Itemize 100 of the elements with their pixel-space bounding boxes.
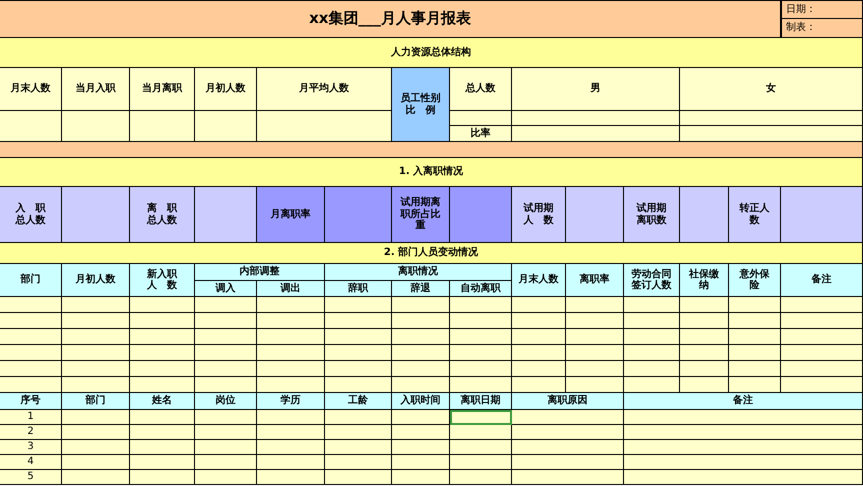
table-cell xyxy=(450,377,512,393)
table-cell[interactable] xyxy=(257,455,325,470)
table-cell[interactable] xyxy=(450,455,512,470)
table-cell[interactable] xyxy=(392,470,450,485)
table-cell xyxy=(680,313,729,329)
table-cell xyxy=(0,377,62,393)
table-cell[interactable] xyxy=(130,470,195,485)
table-cell xyxy=(729,361,781,377)
table-cell xyxy=(450,297,512,313)
table-cell[interactable] xyxy=(325,470,392,485)
table-cell xyxy=(680,329,729,345)
column-header: 社保缴纳 xyxy=(680,264,729,297)
row-header: 月离职率 xyxy=(257,187,325,243)
table-cell xyxy=(566,361,624,377)
table-cell[interactable] xyxy=(624,410,863,425)
table-cell xyxy=(729,329,781,345)
column-header: 月平均人数 xyxy=(257,68,392,111)
table-cell xyxy=(624,297,680,313)
column-header: 当月离职 xyxy=(130,68,195,111)
table-cell[interactable] xyxy=(392,410,450,425)
table-cell xyxy=(130,377,195,393)
table-cell[interactable] xyxy=(624,455,863,470)
table-cell xyxy=(729,297,781,313)
table-cell[interactable] xyxy=(392,425,450,440)
table-cell[interactable] xyxy=(257,410,325,425)
table-cell[interactable] xyxy=(62,410,130,425)
table-cell xyxy=(512,297,566,313)
table-cell[interactable] xyxy=(62,455,130,470)
table-cell xyxy=(325,361,392,377)
row-header: 离 职总人数 xyxy=(130,187,195,243)
table-cell xyxy=(130,345,195,361)
table-cell[interactable] xyxy=(325,425,392,440)
table-cell[interactable] xyxy=(130,410,195,425)
table-cell[interactable] xyxy=(195,440,257,455)
table-cell xyxy=(729,313,781,329)
table-cell[interactable] xyxy=(624,440,863,455)
table-cell xyxy=(566,377,624,393)
column-header: 备注 xyxy=(781,264,863,297)
table-cell[interactable] xyxy=(624,470,863,485)
table-cell xyxy=(257,345,325,361)
section-heading: 2. 部门人员变动情况 xyxy=(0,243,863,264)
table-cell[interactable] xyxy=(392,440,450,455)
table-cell xyxy=(512,313,566,329)
table-cell[interactable] xyxy=(62,440,130,455)
table-cell xyxy=(680,377,729,393)
row-number: 3 xyxy=(0,440,62,455)
table-cell[interactable] xyxy=(325,410,392,425)
table-cell[interactable] xyxy=(512,455,624,470)
table-cell[interactable] xyxy=(512,470,624,485)
table-cell xyxy=(130,111,195,142)
table-cell[interactable] xyxy=(624,425,863,440)
table-cell[interactable] xyxy=(392,455,450,470)
column-header: 部门 xyxy=(62,393,130,410)
row-number: 1 xyxy=(0,410,62,425)
table-cell[interactable] xyxy=(195,455,257,470)
table-cell xyxy=(566,329,624,345)
table-cell[interactable] xyxy=(195,425,257,440)
column-header: 姓名 xyxy=(130,393,195,410)
column-header: 月初人数 xyxy=(62,264,130,297)
table-cell[interactable] xyxy=(257,470,325,485)
table-cell[interactable] xyxy=(512,425,624,440)
table-cell xyxy=(195,361,257,377)
table-cell xyxy=(450,313,512,329)
table-cell[interactable] xyxy=(62,425,130,440)
table-cell xyxy=(729,377,781,393)
table-cell[interactable] xyxy=(450,470,512,485)
row-header: 转正人数 xyxy=(729,187,781,243)
table-cell[interactable] xyxy=(257,425,325,440)
column-header: 工龄 xyxy=(325,393,392,410)
table-cell xyxy=(195,297,257,313)
table-cell xyxy=(566,297,624,313)
column-header: 部门 xyxy=(0,264,62,297)
table-cell xyxy=(62,313,130,329)
table-cell[interactable] xyxy=(257,440,325,455)
table-cell[interactable] xyxy=(325,440,392,455)
table-cell xyxy=(729,345,781,361)
selected-cell[interactable] xyxy=(450,410,512,425)
table-cell[interactable] xyxy=(62,470,130,485)
table-cell[interactable] xyxy=(512,410,624,425)
table-cell[interactable] xyxy=(195,410,257,425)
row-number: 5 xyxy=(0,470,62,485)
table-cell[interactable] xyxy=(450,440,512,455)
section-heading: 人力资源总体结构 xyxy=(0,38,863,68)
table-cell xyxy=(130,329,195,345)
table-cell[interactable] xyxy=(130,455,195,470)
table-cell[interactable] xyxy=(325,455,392,470)
column-header: 离职原因 xyxy=(512,393,624,410)
column-header: 女 xyxy=(680,68,863,111)
table-cell xyxy=(512,377,566,393)
table-cell[interactable] xyxy=(450,425,512,440)
table-cell xyxy=(0,313,62,329)
table-cell[interactable] xyxy=(130,440,195,455)
table-cell[interactable] xyxy=(130,425,195,440)
column-header: 新入职人 数 xyxy=(130,264,195,297)
table-cell[interactable] xyxy=(195,470,257,485)
table-cell xyxy=(450,111,512,126)
table-cell xyxy=(0,329,62,345)
table-cell xyxy=(257,361,325,377)
column-header: 调出 xyxy=(257,281,325,297)
table-cell[interactable] xyxy=(512,440,624,455)
